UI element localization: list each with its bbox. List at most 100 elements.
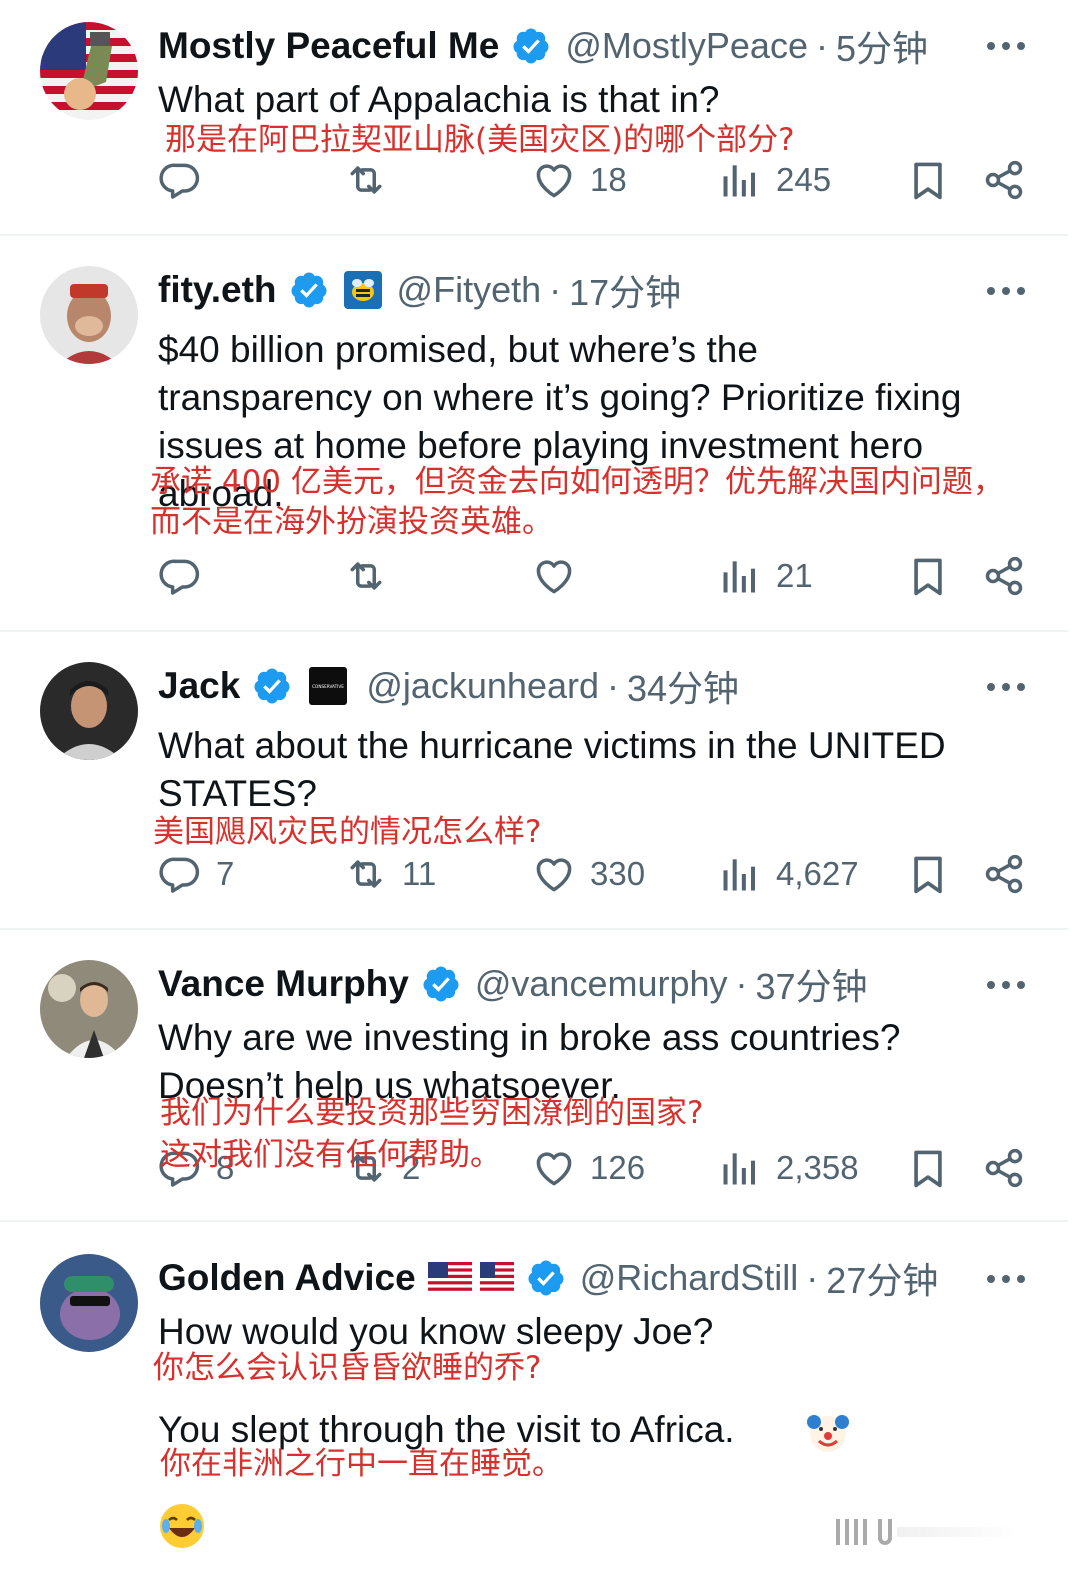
- avatar[interactable]: [40, 662, 138, 760]
- bookmark-button[interactable]: [906, 156, 950, 204]
- timestamp[interactable]: 34分钟: [627, 660, 739, 712]
- bookmark-button[interactable]: [906, 552, 950, 600]
- avatar[interactable]: [40, 22, 138, 120]
- more-icon[interactable]: [984, 975, 1028, 995]
- translation-overlay: 你怎么会认识昏昏欲睡的乔?: [153, 1350, 542, 1386]
- translation-overlay: 美国飓风灾民的情况怎么样?: [153, 814, 542, 850]
- verified-icon: [526, 1258, 566, 1298]
- timestamp[interactable]: 27分钟: [826, 1252, 938, 1304]
- share-button[interactable]: [982, 156, 1026, 204]
- verified-icon: [252, 666, 292, 706]
- tweet[interactable]: Jack CONSERVATIVE @jackunheard · 34分钟 Wh…: [0, 632, 1080, 930]
- translation-overlay: 那是在阿巴拉契亚山脉(美国灾区)的哪个部分?: [165, 122, 795, 158]
- views-count: 245: [776, 161, 832, 198]
- translation-overlay: 我们为什么要投资那些穷困潦倒的国家? 这对我们没有任何帮助。: [160, 1092, 1060, 1176]
- separator: ·: [607, 665, 619, 706]
- affiliate-badge-bee-icon[interactable]: [343, 270, 383, 310]
- display-name[interactable]: Golden Advice: [158, 1257, 416, 1299]
- user-handle[interactable]: @Fityeth: [397, 269, 542, 311]
- repost-icon: [344, 158, 388, 202]
- reply-button[interactable]: [158, 552, 202, 600]
- translation-line: 而不是在海外扮演投资英雄。: [150, 504, 553, 540]
- tweet[interactable]: Golden Advice @RichardStill · 27分钟 How w…: [0, 1222, 1080, 1586]
- repost-button[interactable]: [344, 156, 388, 204]
- tweet-text: What part of Appalachia is that in?: [158, 79, 720, 120]
- translation-overlay: 承诺 400 亿美元，但资金去向如何透明？优先解决国内问题， 而不是在海外扮演投…: [150, 462, 1050, 542]
- share-button[interactable]: [982, 850, 1026, 898]
- timestamp[interactable]: 5分钟: [836, 20, 928, 72]
- views-icon: [718, 852, 762, 896]
- tweet[interactable]: Vance Murphy @vancemurphy · 37分钟 Why are…: [0, 930, 1080, 1222]
- like-button[interactable]: 330: [532, 850, 645, 898]
- translation-line: 这对我们没有任何帮助。: [160, 1137, 501, 1173]
- bookmark-button[interactable]: [906, 850, 950, 898]
- laughing-emoji: [158, 1502, 206, 1550]
- action-bar: 21: [0, 552, 1080, 600]
- repost-button[interactable]: [344, 552, 388, 600]
- user-handle[interactable]: @RichardStill: [580, 1257, 799, 1299]
- us-flag-icon: [427, 1262, 472, 1294]
- more-icon[interactable]: [984, 677, 1028, 697]
- like-icon: [532, 554, 576, 598]
- us-flag-icon: [479, 1262, 514, 1294]
- translation-overlay: 你在非洲之行中一直在睡觉。: [160, 1446, 563, 1482]
- display-name[interactable]: fity.eth: [158, 269, 277, 311]
- like-button[interactable]: [532, 552, 576, 600]
- avatar[interactable]: [40, 1254, 138, 1352]
- views-icon: [718, 554, 762, 598]
- bookmark-icon: [906, 554, 950, 598]
- translation-line: 承诺 400 亿美元，但资金去向如何透明？优先解决国内问题，: [150, 464, 1004, 500]
- views-button[interactable]: 245: [718, 156, 831, 204]
- avatar[interactable]: [40, 266, 138, 364]
- views-button[interactable]: 4,627: [718, 850, 859, 898]
- share-icon: [982, 554, 1026, 598]
- reply-icon: [158, 554, 202, 598]
- avatar[interactable]: [40, 960, 138, 1058]
- text-line: transparency on where it’s going? Priori…: [158, 377, 962, 418]
- timestamp[interactable]: 17分钟: [569, 264, 681, 316]
- like-button[interactable]: 18: [532, 156, 627, 204]
- repost-icon: [344, 852, 388, 896]
- tweet[interactable]: Mostly Peaceful Me @MostlyPeace · 5分钟 Wh…: [0, 0, 1080, 236]
- share-button[interactable]: [982, 552, 1026, 600]
- user-handle[interactable]: @MostlyPeace: [565, 25, 808, 67]
- action-bar: 7 11 330 4,627: [0, 850, 1080, 898]
- repost-count: 11: [402, 855, 437, 892]
- user-handle[interactable]: @vancemurphy: [475, 963, 728, 1005]
- separator: ·: [806, 1257, 819, 1298]
- bookmark-icon: [906, 158, 950, 202]
- affiliate-badge[interactable]: CONSERVATIVE: [308, 666, 348, 706]
- verified-icon: [421, 964, 461, 1004]
- more-icon[interactable]: [984, 281, 1028, 301]
- display-name[interactable]: Jack: [158, 665, 240, 707]
- views-button[interactable]: 21: [718, 552, 813, 600]
- text-line: Why are we investing in broke ass countr…: [158, 1017, 901, 1058]
- like-icon: [532, 852, 576, 896]
- like-icon: [532, 158, 576, 202]
- display-name[interactable]: Vance Murphy: [158, 963, 409, 1005]
- tweet-text: What about the hurricane victims in the …: [158, 722, 1038, 818]
- reply-button[interactable]: [158, 156, 202, 204]
- reply-icon: [158, 852, 202, 896]
- text-line: $40 billion promised, but where’s the: [158, 329, 758, 370]
- badge-text: CONSERVATIVE: [312, 684, 344, 689]
- user-handle[interactable]: @jackunheard: [366, 665, 599, 707]
- timestamp[interactable]: 37分钟: [756, 958, 868, 1010]
- separator: ·: [735, 963, 748, 1004]
- reply-icon: [158, 158, 202, 202]
- views-icon: [718, 158, 762, 202]
- share-icon: [982, 158, 1026, 202]
- action-bar: 18 245: [0, 156, 1080, 204]
- like-count: 330: [590, 855, 646, 892]
- bookmark-icon: [906, 852, 950, 896]
- views-count: 21: [776, 557, 813, 594]
- more-icon[interactable]: [984, 1269, 1028, 1289]
- tweet[interactable]: fity.eth @Fityeth · 17分钟 $40 billion pro…: [0, 236, 1080, 632]
- repost-button[interactable]: 11: [344, 850, 436, 898]
- more-icon[interactable]: [984, 36, 1028, 56]
- text-line: STATES?: [158, 773, 318, 814]
- verified-icon: [511, 26, 551, 66]
- reply-button[interactable]: 7: [158, 850, 234, 898]
- display-name[interactable]: Mostly Peaceful Me: [158, 25, 499, 67]
- translation-line: 我们为什么要投资那些穷困潦倒的国家?: [160, 1095, 704, 1131]
